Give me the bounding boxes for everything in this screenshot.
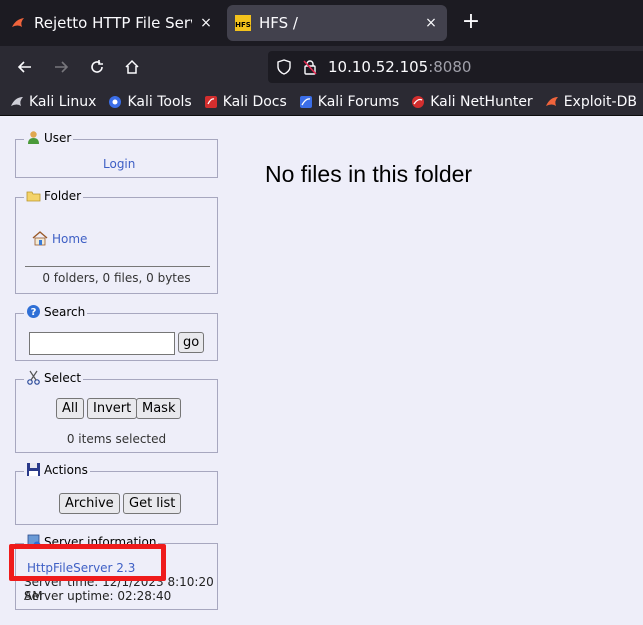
bookmarks-toolbar: Kali Linux Kali Tools Kali Docs Kali For… bbox=[0, 88, 643, 116]
svg-text:HFS: HFS bbox=[235, 21, 251, 29]
user-icon bbox=[28, 131, 39, 144]
folder-legend: Folder bbox=[24, 188, 84, 203]
tab-title: HFS / bbox=[259, 14, 298, 32]
search-legend: ? Search bbox=[24, 304, 88, 319]
hfs-icon: HFS bbox=[235, 15, 251, 31]
forward-button[interactable] bbox=[48, 54, 74, 80]
no-files-message: No files in this folder bbox=[265, 161, 473, 187]
get-list-button[interactable]: Get list bbox=[123, 493, 182, 514]
kali-dragon-icon bbox=[12, 18, 24, 27]
shield-icon bbox=[277, 59, 291, 75]
select-invert-button[interactable]: Invert bbox=[87, 398, 138, 419]
bookmark-label: Exploit-DB bbox=[563, 93, 637, 110]
search-legend-label: Search bbox=[44, 304, 86, 319]
select-legend: Select bbox=[24, 370, 84, 385]
exploitdb-icon bbox=[545, 96, 558, 106]
reload-icon bbox=[91, 60, 103, 73]
arrow-right-icon bbox=[55, 61, 69, 73]
home-link-row[interactable]: Home bbox=[32, 230, 87, 246]
search-go-button[interactable]: go bbox=[178, 332, 205, 353]
tab-close-icon[interactable]: × bbox=[198, 15, 214, 31]
bookmark-label: Kali Tools bbox=[127, 93, 192, 110]
actions-legend-label: Actions bbox=[44, 462, 88, 477]
tab-rejetto[interactable]: Rejetto HTTP File Server ( × bbox=[2, 5, 222, 41]
kali-forums-icon bbox=[299, 95, 312, 108]
home-button[interactable] bbox=[119, 54, 145, 80]
user-panel: User Login bbox=[15, 130, 218, 178]
arrow-left-icon bbox=[17, 61, 31, 73]
scissors-icon bbox=[27, 370, 40, 385]
svg-text:?: ? bbox=[31, 307, 37, 318]
bookmark-label: Kali Docs bbox=[222, 93, 287, 110]
select-all-button[interactable]: All bbox=[56, 398, 85, 419]
reload-button[interactable] bbox=[84, 54, 110, 80]
url-bar[interactable]: 10.10.52.105:8080 bbox=[268, 51, 643, 83]
bookmark-kali-tools[interactable]: Kali Tools bbox=[108, 93, 192, 110]
folder-summary: 0 folders, 0 files, 0 bytes bbox=[42, 271, 191, 285]
tab-hfs[interactable]: HFS HFS / × bbox=[227, 5, 447, 41]
bookmark-exploit-db[interactable]: Exploit-DB bbox=[545, 94, 637, 110]
folder-legend-label: Folder bbox=[44, 188, 82, 203]
kali-dragon-icon bbox=[11, 96, 23, 106]
search-input[interactable] bbox=[29, 332, 175, 355]
lock-warning-icon bbox=[303, 60, 317, 75]
selection-status: 0 items selected bbox=[66, 432, 167, 446]
search-panel: ? Search go bbox=[15, 304, 218, 361]
select-mask-button[interactable]: Mask bbox=[136, 398, 182, 419]
server-uptime: Server uptime: 02:28:40 bbox=[24, 589, 172, 603]
url-text: 10.10.52.105:8080 bbox=[328, 58, 471, 76]
help-icon: ? bbox=[27, 305, 40, 318]
annotation-highlight-box bbox=[9, 544, 166, 581]
actions-legend: Actions bbox=[24, 462, 90, 477]
home-icon bbox=[32, 231, 48, 246]
bookmark-label: Kali NetHunter bbox=[430, 93, 533, 110]
nethunter-icon bbox=[412, 95, 425, 108]
archive-button[interactable]: Archive bbox=[59, 493, 120, 514]
url-host: 10.10.52.105 bbox=[328, 58, 429, 76]
folder-panel: Folder Home 0 folders, 0 files, 0 bytes bbox=[15, 188, 218, 294]
home-icon bbox=[125, 59, 139, 74]
bookmark-label: Kali Forums bbox=[317, 93, 400, 110]
hfs-page: User Login Folder Home 0 folders, 0 file… bbox=[0, 117, 643, 625]
home-link[interactable]: Home bbox=[52, 232, 87, 246]
navigation-toolbar: 10.10.52.105:8080 bbox=[0, 46, 643, 88]
user-legend-label: User bbox=[44, 130, 72, 145]
new-tab-button[interactable]: + bbox=[458, 10, 484, 36]
bookmark-kali-linux[interactable]: Kali Linux bbox=[10, 94, 96, 110]
select-legend-label: Select bbox=[44, 370, 82, 385]
tab-close-icon[interactable]: × bbox=[423, 15, 439, 31]
folder-icon bbox=[26, 191, 41, 202]
tab-strip: Rejetto HTTP File Server ( × HFS HFS / ×… bbox=[0, 0, 643, 46]
tab-title: Rejetto HTTP File Server ( bbox=[34, 14, 192, 32]
url-port: :8080 bbox=[428, 58, 472, 76]
user-legend: User bbox=[24, 130, 74, 145]
actions-panel: Actions Archive Get list bbox=[15, 462, 218, 525]
kali-tools-icon bbox=[109, 95, 122, 108]
bookmark-kali-docs[interactable]: Kali Docs bbox=[204, 94, 287, 110]
bookmark-kali-forums[interactable]: Kali Forums bbox=[299, 94, 399, 110]
bookmark-label: Kali Linux bbox=[29, 93, 97, 110]
select-panel: Select All Invert Mask 0 items selected bbox=[15, 370, 218, 453]
back-button[interactable] bbox=[12, 54, 38, 80]
save-disk-icon bbox=[27, 463, 40, 476]
login-link[interactable]: Login bbox=[103, 157, 135, 171]
bookmark-kali-nethunter[interactable]: Kali NetHunter bbox=[411, 93, 533, 110]
kali-docs-icon bbox=[204, 95, 217, 108]
folder-divider bbox=[25, 266, 210, 267]
